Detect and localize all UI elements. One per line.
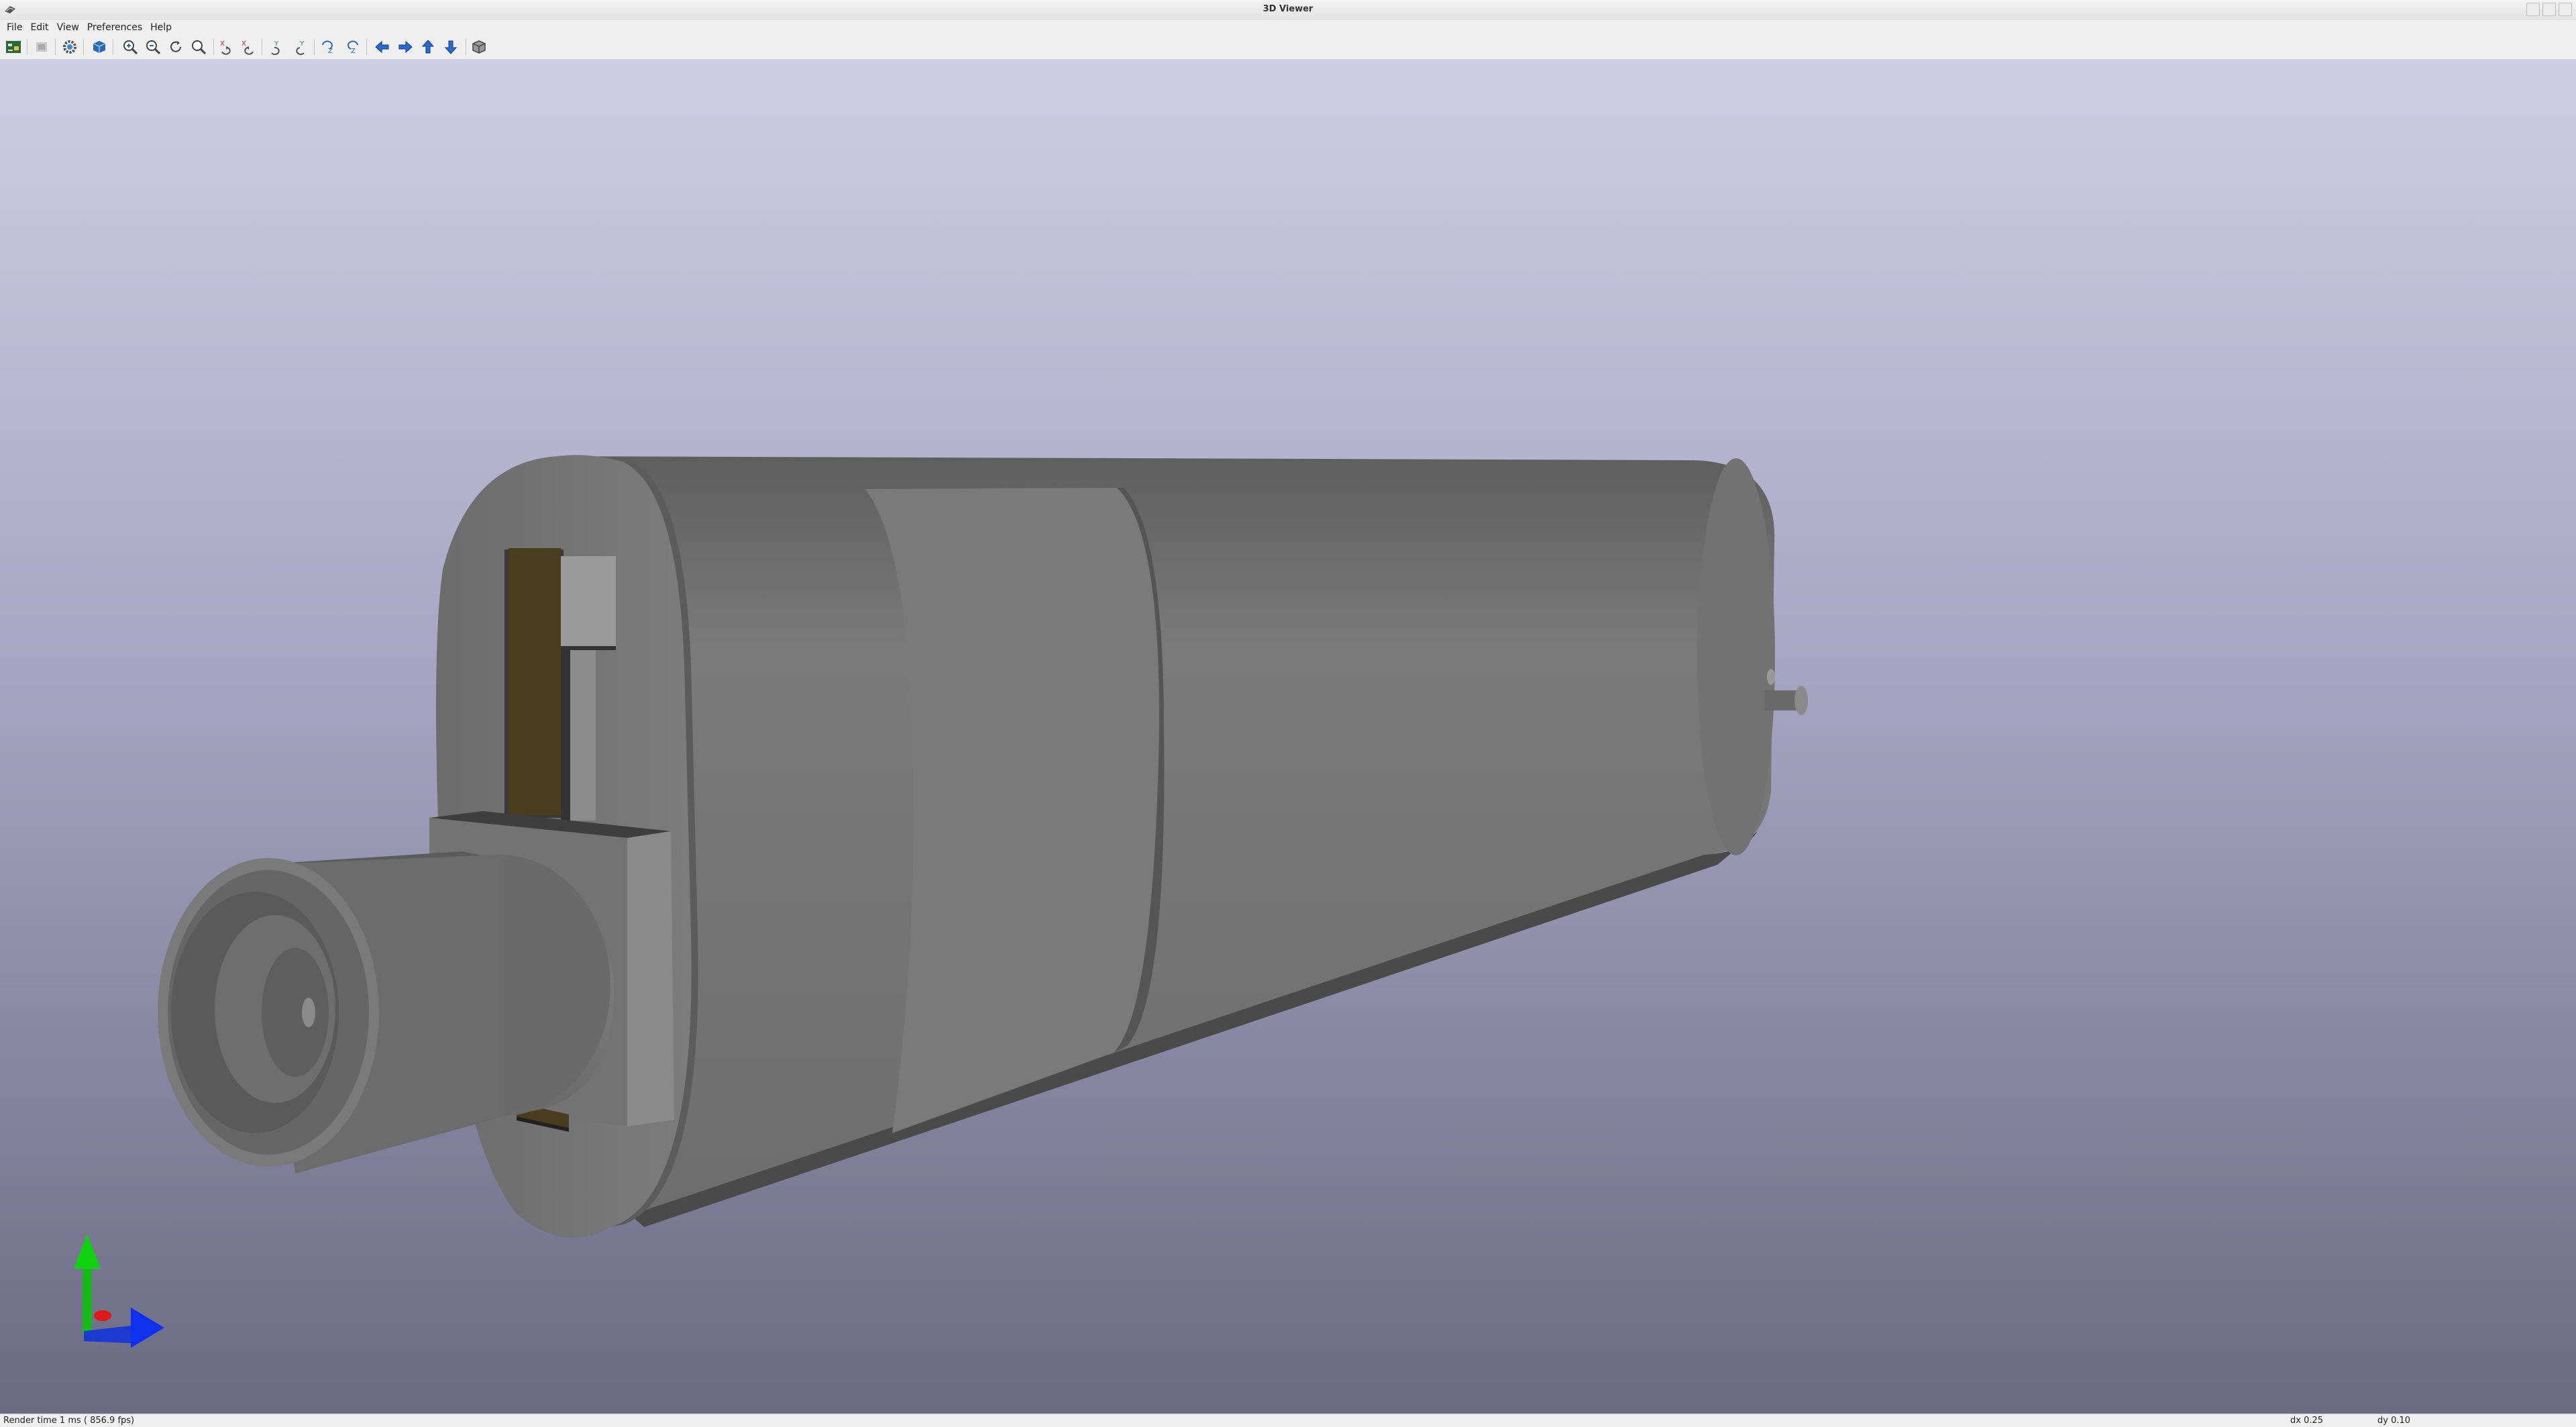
- contact-pin-brown: [508, 548, 561, 815]
- menu-preferences[interactable]: Preferences: [83, 20, 146, 35]
- rotate-x-ccw-icon[interactable]: X: [239, 38, 258, 56]
- axis-y-shaft: [83, 1267, 92, 1334]
- maximize-button[interactable]: [2542, 3, 2556, 16]
- render-time-status: Render time 1 ms ( 856.9 fps): [3, 1416, 135, 1426]
- rotate-x-cw-icon[interactable]: X: [217, 38, 236, 56]
- svg-text:X: X: [220, 40, 225, 48]
- toolbar-separator: [27, 39, 28, 55]
- toolbar-separator: [55, 39, 56, 55]
- rear-shaft-base: [1767, 669, 1775, 685]
- move-left-icon[interactable]: [373, 38, 392, 56]
- toolbar: X X Y Y Z Z: [0, 35, 2576, 60]
- status-bar: Render time 1 ms ( 856.9 fps) dx 0.25 dy…: [0, 1414, 2576, 1427]
- menu-bar: File Edit View Preferences Help: [0, 20, 2576, 35]
- toolbar-separator: [366, 39, 367, 55]
- toolbar-separator: [83, 39, 84, 55]
- rotate-y-cw-icon[interactable]: Y: [267, 38, 286, 56]
- rotate-z-cw-icon[interactable]: Z: [319, 38, 338, 56]
- title-bar: 3D Viewer: [0, 0, 2576, 21]
- zoom-redraw-icon[interactable]: [166, 38, 185, 56]
- window-controls: [2526, 3, 2572, 16]
- toolbar-separator: [213, 39, 214, 55]
- svg-text:Y: Y: [299, 40, 305, 48]
- rotate-y-ccw-icon[interactable]: Y: [290, 38, 309, 56]
- zoom-fit-icon[interactable]: [189, 38, 208, 56]
- axis-gizmo: [74, 1234, 164, 1348]
- toolbar-separator: [314, 39, 315, 55]
- slot-light-tab: [561, 556, 616, 646]
- svg-text:Z: Z: [351, 48, 356, 55]
- menu-file[interactable]: File: [3, 20, 26, 35]
- zoom-out-icon[interactable]: [144, 38, 162, 56]
- ortho-toggle-icon[interactable]: [470, 38, 488, 56]
- barrel-center-pin: [302, 998, 315, 1027]
- move-up-icon[interactable]: [419, 38, 437, 56]
- menu-help[interactable]: Help: [146, 20, 176, 35]
- 3d-viewport[interactable]: [0, 60, 2576, 1414]
- pcb-editor-icon[interactable]: [4, 38, 23, 56]
- move-right-icon[interactable]: [396, 38, 415, 56]
- 3d-model-render: [74, 455, 1808, 1348]
- rotate-z-ccw-icon[interactable]: Z: [342, 38, 361, 56]
- dx-status: dx 0.25: [2290, 1416, 2324, 1426]
- axis-y-arrow: [74, 1234, 101, 1269]
- axis-x-arrow: [131, 1308, 164, 1348]
- dy-status: dy 0.10: [2377, 1416, 2411, 1426]
- svg-text:Y: Y: [274, 40, 279, 48]
- menu-edit[interactable]: Edit: [26, 20, 52, 35]
- menu-view[interactable]: View: [53, 20, 83, 35]
- settings-icon[interactable]: [60, 38, 79, 56]
- window-title: 3D Viewer: [1263, 4, 1313, 14]
- move-down-icon[interactable]: [441, 38, 460, 56]
- board-3d-icon[interactable]: [90, 38, 109, 56]
- axis-z-marker: [94, 1310, 111, 1321]
- body-rear-end: [1697, 458, 1775, 855]
- refresh-icon[interactable]: [32, 38, 51, 56]
- close-button[interactable]: [2559, 3, 2572, 16]
- minimize-button[interactable]: [2526, 3, 2540, 16]
- barrel-bore-deep: [262, 948, 329, 1077]
- zoom-in-icon[interactable]: [121, 38, 140, 56]
- svg-text:X: X: [241, 40, 246, 48]
- rear-shaft-tip: [1794, 686, 1808, 715]
- flange-side: [627, 831, 674, 1126]
